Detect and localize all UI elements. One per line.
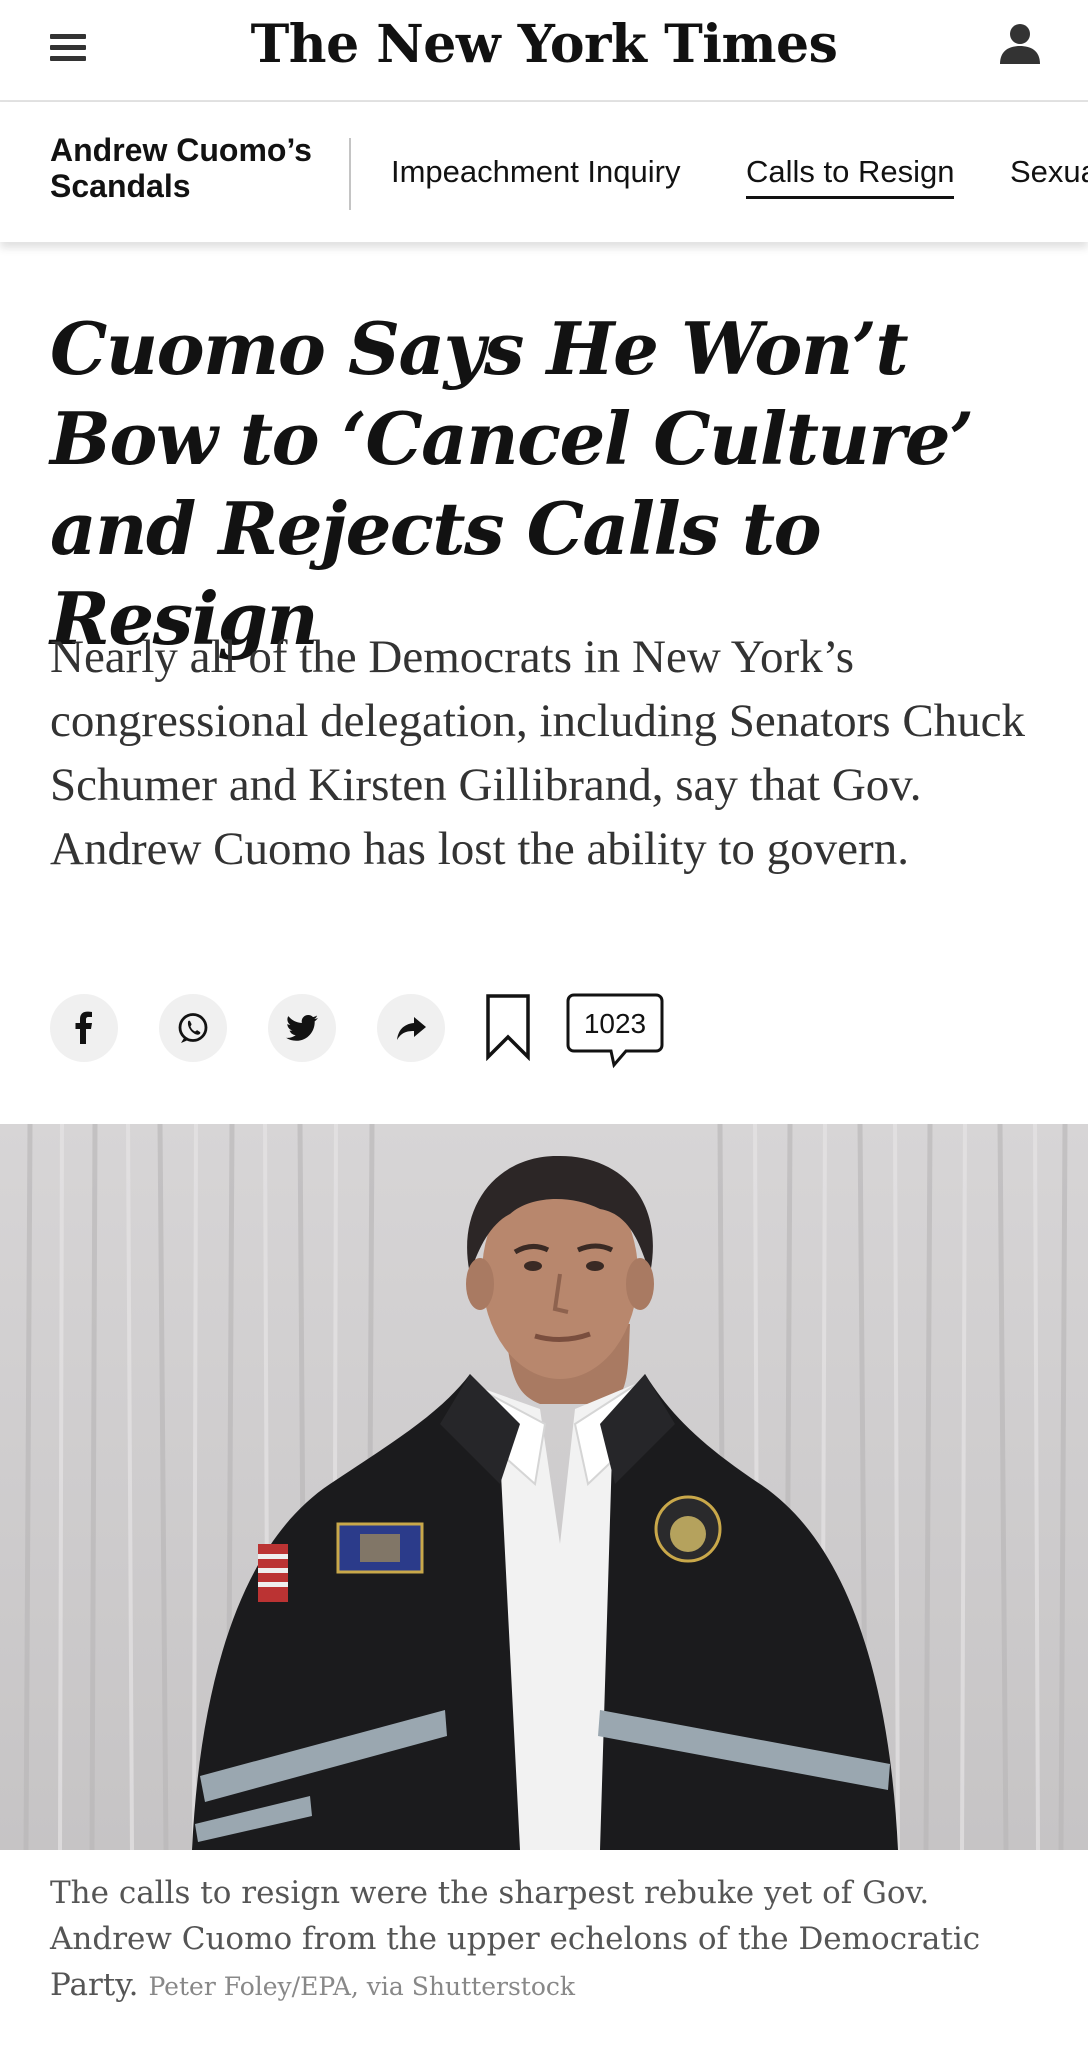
article-headline: Cuomo Says He Won’t Bow to ‘Cancel Cultu… xyxy=(50,306,974,661)
whatsapp-icon xyxy=(178,1013,208,1043)
facebook-icon xyxy=(75,1011,92,1044)
subnav-divider xyxy=(349,138,351,210)
more-share-button[interactable] xyxy=(377,994,445,1062)
section-title[interactable]: Andrew Cuomo’s Scandals xyxy=(50,132,330,204)
facebook-share-button[interactable] xyxy=(50,994,118,1062)
photo-illustration xyxy=(0,1124,1088,1850)
comments-button[interactable]: 1023 xyxy=(566,993,664,1069)
photo-caption: The calls to resign were the sharpest re… xyxy=(50,1870,1060,2010)
whatsapp-share-button[interactable] xyxy=(159,994,227,1062)
article-summary: Nearly all of the Democrats in New York’… xyxy=(50,631,1026,875)
comment-count: 1023 xyxy=(583,1008,647,1039)
masthead: The New York Times xyxy=(0,0,1088,102)
article-photo xyxy=(0,1124,1088,1850)
person-account-icon[interactable] xyxy=(996,20,1044,68)
subnav-link-impeachment-inquiry[interactable]: Impeachment Inquiry xyxy=(391,152,680,192)
subnav-link-sexual[interactable]: Sexua xyxy=(1010,152,1088,192)
subnav-link-calls-to-resign[interactable]: Calls to Resign xyxy=(746,152,955,199)
section-subnav: Andrew Cuomo’s Scandals Impeachment Inqu… xyxy=(0,102,1088,242)
bookmark-icon[interactable] xyxy=(484,993,532,1061)
twitter-share-button[interactable] xyxy=(268,994,336,1062)
twitter-icon xyxy=(286,1015,318,1041)
nyt-logo[interactable]: The New York Times xyxy=(0,10,1088,80)
share-arrow-icon xyxy=(397,1017,426,1040)
photo-credit: Peter Foley/EPA, via Shutterstock xyxy=(148,1972,576,2001)
